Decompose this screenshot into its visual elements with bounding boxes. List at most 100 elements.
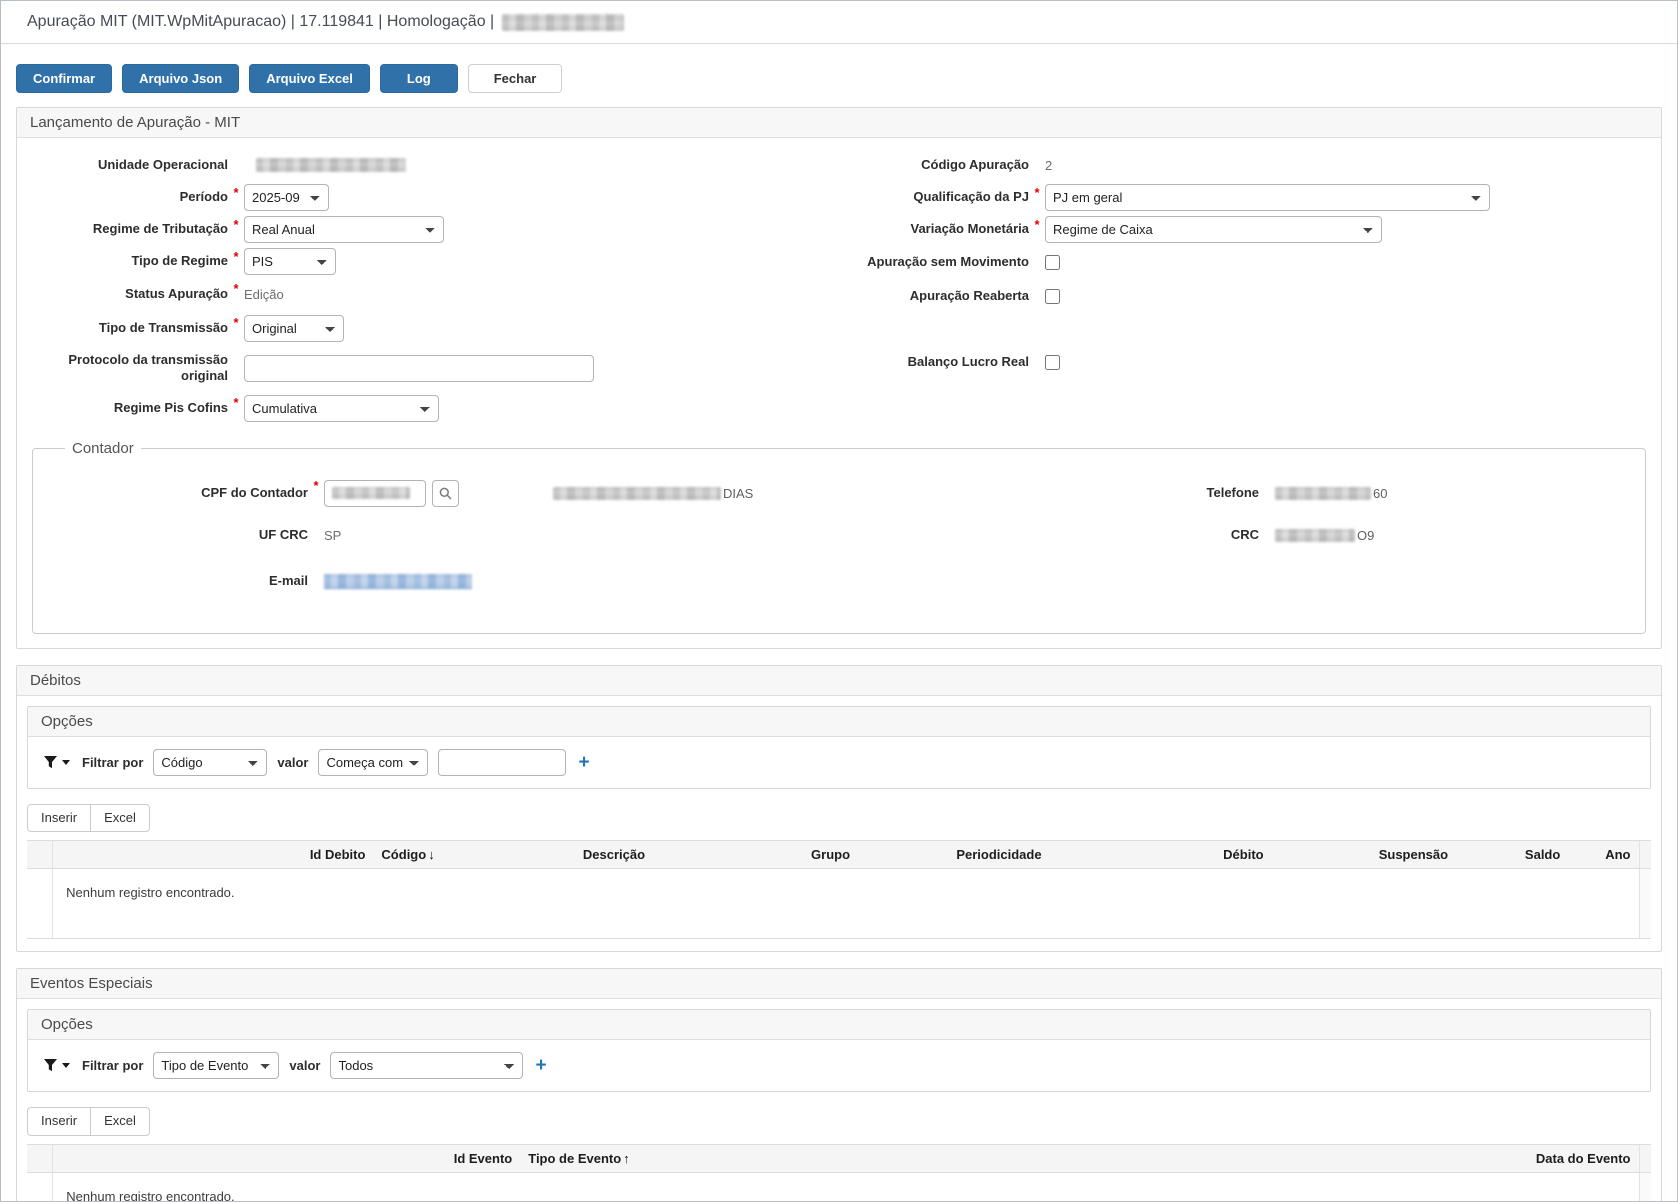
variacao-monetaria-label: Variação Monetária bbox=[910, 220, 1030, 236]
required-asterisk: * bbox=[233, 315, 239, 330]
filter-icon bbox=[43, 1058, 59, 1073]
page: Apuração MIT (MIT.WpMitApuracao) | 17.11… bbox=[0, 0, 1678, 1202]
cpf-search-button[interactable] bbox=[432, 479, 459, 507]
sort-asc-icon: ↑ bbox=[623, 1150, 630, 1166]
regime-pis-cofins-select[interactable]: Cumulativa bbox=[244, 394, 439, 422]
contador-nome-suffix: DIAS bbox=[723, 485, 754, 501]
qualificacao-pj-select[interactable]: PJ em geral bbox=[1045, 183, 1490, 211]
cpf-contador-input[interactable] bbox=[324, 479, 426, 507]
debitos-col-suspensao[interactable]: Suspensão bbox=[1271, 840, 1457, 870]
titlebar: Apuração MIT (MIT.WpMitApuracao) | 17.11… bbox=[1, 1, 1677, 44]
debitos-inserir-button[interactable]: Inserir bbox=[27, 804, 92, 833]
eventos-section: Eventos Especiais Opções Filtrar por Tip… bbox=[16, 968, 1662, 1202]
eventos-section-title: Eventos Especiais bbox=[17, 969, 1661, 1000]
arquivo-json-button[interactable]: Arquivo Json bbox=[122, 64, 240, 93]
email-label: E-mail bbox=[268, 572, 308, 588]
debitos-opcoes-title: Opções bbox=[28, 707, 1650, 737]
log-button[interactable]: Log bbox=[379, 64, 458, 93]
arquivo-excel-button[interactable]: Arquivo Excel bbox=[249, 64, 370, 93]
protocolo-transmissao-input[interactable] bbox=[244, 354, 594, 382]
redacted-crc-value bbox=[1275, 528, 1355, 542]
protocolo-transmissao-label: Protocolo da transmissão original bbox=[68, 351, 228, 383]
tipo-transmissao-select[interactable]: Original bbox=[244, 314, 344, 342]
variacao-monetaria-select[interactable]: Regime de Caixa bbox=[1045, 215, 1382, 243]
filter-icon bbox=[43, 755, 59, 770]
tipo-transmissao-label: Tipo de Transmissão bbox=[98, 319, 228, 335]
debitos-col-id-debito[interactable]: Id Debito bbox=[52, 840, 374, 870]
eventos-actions: Inserir Excel bbox=[27, 1107, 150, 1136]
debitos-col-ano[interactable]: Ano bbox=[1568, 840, 1639, 870]
eventos-opcoes-panel: Opções Filtrar por Tipo de Evento valor … bbox=[27, 1009, 1651, 1093]
required-asterisk: * bbox=[233, 217, 239, 232]
required-asterisk: * bbox=[313, 478, 319, 493]
required-asterisk: * bbox=[233, 281, 239, 296]
cpf-contador-label: CPF do Contador bbox=[201, 484, 308, 500]
debitos-col-saldo[interactable]: Saldo bbox=[1456, 840, 1569, 870]
debitos-col-debito[interactable]: Débito bbox=[1079, 840, 1272, 870]
redacted-contador-nome bbox=[553, 486, 721, 500]
debitos-section-title: Débitos bbox=[17, 666, 1661, 696]
redacted-email-link[interactable] bbox=[324, 573, 472, 589]
eventos-table: Id Evento Tipo de Evento ↑ Data do Evento… bbox=[27, 1143, 1651, 1202]
redacted-company-name bbox=[502, 13, 625, 31]
telefone-label: Telefone bbox=[1206, 484, 1260, 500]
debitos-valor-input[interactable] bbox=[438, 749, 567, 776]
eventos-excel-button[interactable]: Excel bbox=[90, 1107, 150, 1136]
eventos-col-id-evento[interactable]: Id Evento bbox=[52, 1143, 521, 1173]
qualificacao-pj-label: Qualificação da PJ bbox=[913, 188, 1029, 204]
page-title: Apuração MIT (MIT.WpMitApuracao) | 17.11… bbox=[27, 13, 495, 30]
debitos-actions: Inserir Excel bbox=[27, 804, 150, 833]
required-asterisk: * bbox=[1034, 185, 1040, 200]
debitos-filter-menu-button[interactable] bbox=[41, 755, 72, 770]
eventos-col-tipo-evento[interactable]: Tipo de Evento ↑ bbox=[520, 1143, 891, 1173]
add-filter-icon[interactable]: + bbox=[578, 753, 589, 772]
apuracao-sem-movimento-checkbox[interactable] bbox=[1045, 254, 1060, 270]
debitos-col-descricao[interactable]: Descrição bbox=[485, 840, 743, 870]
add-filter-icon[interactable]: + bbox=[535, 1056, 546, 1075]
debitos-section: Débitos Opções Filtrar por Código valor … bbox=[16, 665, 1662, 953]
debitos-excel-button[interactable]: Excel bbox=[90, 804, 150, 833]
redacted-telefone-value bbox=[1275, 486, 1371, 500]
debitos-col-grupo[interactable]: Grupo bbox=[742, 840, 919, 870]
codigo-apuracao-label: Código Apuração bbox=[921, 156, 1029, 172]
regime-tributacao-label: Regime de Tributação bbox=[92, 220, 228, 236]
uf-crc-label: UF CRC bbox=[258, 526, 308, 542]
debitos-filtrar-por-select[interactable]: Código bbox=[153, 749, 268, 776]
eventos-inserir-button[interactable]: Inserir bbox=[27, 1107, 92, 1136]
chevron-down-icon bbox=[62, 760, 70, 765]
required-asterisk: * bbox=[233, 185, 239, 200]
eventos-filtrar-por-select[interactable]: Tipo de Evento bbox=[153, 1052, 280, 1080]
debitos-filtrar-por-label: Filtrar por bbox=[82, 755, 144, 770]
status-apuracao-label: Status Apuração bbox=[125, 285, 228, 301]
debitos-operador-select[interactable]: Começa com bbox=[318, 749, 429, 776]
apuracao-sem-movimento-label: Apuração sem Movimento bbox=[867, 253, 1029, 269]
eventos-valor-select[interactable]: Todos bbox=[330, 1052, 524, 1080]
eventos-valor-label: valor bbox=[289, 1058, 321, 1074]
required-asterisk: * bbox=[233, 249, 239, 264]
debitos-col-periodicidade[interactable]: Periodicidade bbox=[918, 840, 1080, 870]
uf-crc-value: SP bbox=[324, 527, 342, 543]
eventos-empty-message: Nenhum registro encontrado. bbox=[66, 1188, 235, 1202]
required-asterisk: * bbox=[1034, 217, 1040, 232]
debitos-opcoes-panel: Opções Filtrar por Código valor Começa c… bbox=[27, 706, 1651, 789]
eventos-col-data-evento[interactable]: Data do Evento bbox=[890, 1143, 1639, 1173]
lancamento-panel-title: Lançamento de Apuração - MIT bbox=[17, 108, 1661, 138]
eventos-empty-row: Nenhum registro encontrado. bbox=[27, 1172, 1651, 1202]
regime-tributacao-select[interactable]: Real Anual bbox=[244, 215, 444, 243]
toolbar: Confirmar Arquivo Json Arquivo Excel Log… bbox=[16, 64, 1662, 93]
codigo-apuracao-value: 2 bbox=[1045, 157, 1053, 173]
eventos-filtrar-por-label: Filtrar por bbox=[82, 1058, 144, 1074]
debitos-col-codigo[interactable]: Código ↓ bbox=[373, 840, 486, 870]
apuracao-reaberta-label: Apuração Reaberta bbox=[909, 287, 1029, 303]
telefone-suffix: 60 bbox=[1373, 485, 1388, 501]
debitos-empty-row: Nenhum registro encontrado. bbox=[27, 868, 1651, 939]
periodo-select[interactable]: 2025-09 bbox=[244, 183, 329, 211]
eventos-filter-menu-button[interactable] bbox=[41, 1058, 72, 1073]
apuracao-reaberta-checkbox[interactable] bbox=[1045, 288, 1060, 304]
confirmar-button[interactable]: Confirmar bbox=[16, 64, 113, 93]
crc-label: CRC bbox=[1230, 526, 1259, 542]
tipo-regime-select[interactable]: PIS bbox=[244, 247, 336, 275]
balanco-lucro-real-checkbox[interactable] bbox=[1045, 354, 1060, 370]
fechar-button[interactable]: Fechar bbox=[467, 64, 563, 93]
search-icon bbox=[439, 487, 452, 500]
